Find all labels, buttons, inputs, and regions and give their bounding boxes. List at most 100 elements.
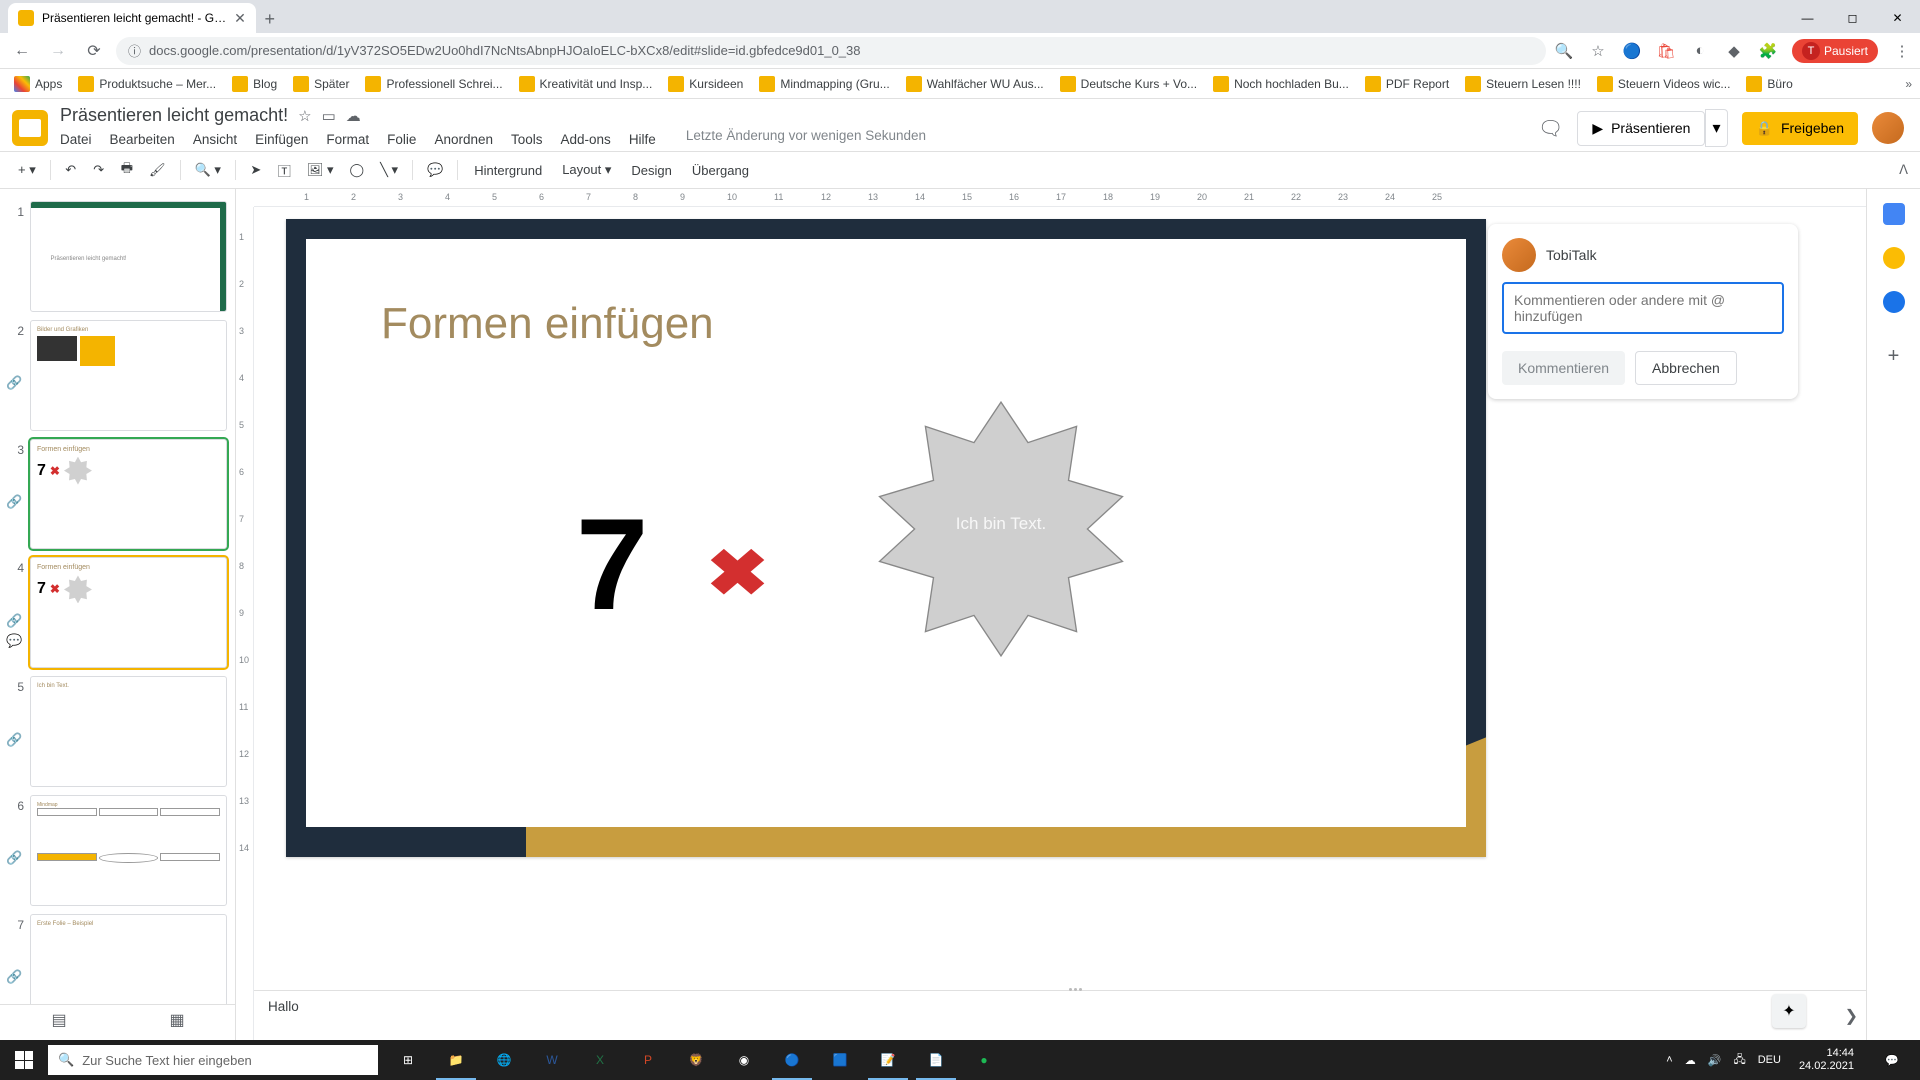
taskbar-app-chrome[interactable]: 🔵 [768,1040,816,1080]
tray-overflow-icon[interactable]: ˄ [1666,1054,1672,1066]
slide-thumb-5[interactable]: Ich bin Text. [30,676,227,787]
present-button[interactable]: ▶ Präsentieren [1577,111,1705,146]
star-icon[interactable]: ☆ [298,107,311,125]
speaker-notes[interactable]: Hallo [254,990,1866,1030]
document-title[interactable]: Präsentieren leicht gemacht! [60,105,288,126]
bookmark-item[interactable]: Produktsuche – Mer... [72,72,222,96]
nav-forward-button[interactable]: → [44,37,72,65]
move-icon[interactable]: ▭ [322,107,336,125]
tray-clock[interactable]: 14:44 24.02.2021 [1793,1047,1860,1073]
line-button[interactable]: ╲ ▾ [374,157,404,183]
paint-format-button[interactable]: 🖌 [143,157,172,183]
bookmark-item[interactable]: Professionell Schrei... [359,72,508,96]
tray-notifications-icon[interactable]: 💬 [1872,1040,1912,1080]
cloud-status-icon[interactable]: ☁ [346,107,361,125]
bookmark-item[interactable]: Kursideen [662,72,749,96]
background-button[interactable]: Hintergrund [466,158,550,183]
bookmark-item[interactable]: Deutsche Kurs + Vo... [1054,72,1203,96]
account-avatar[interactable] [1872,112,1904,144]
menu-view[interactable]: Ansicht [193,128,237,151]
slide-number-shape[interactable]: 7 [576,489,648,639]
comment-input[interactable] [1502,282,1784,334]
tasks-addon-icon[interactable] [1883,291,1905,313]
extension-icon-4[interactable]: ◆ [1724,41,1744,61]
zoom-icon[interactable]: 🔍 [1554,41,1574,61]
address-bar[interactable]: ⓘ docs.google.com/presentation/d/1yV372S… [116,37,1546,65]
new-slide-button[interactable]: + ▾ [12,157,42,183]
extension-icon-1[interactable]: 🔵 [1622,41,1642,61]
transition-button[interactable]: Übergang [684,158,757,183]
explore-button[interactable]: ✦ [1772,994,1806,1028]
bookmark-item[interactable]: Steuern Videos wic... [1591,72,1737,96]
taskbar-app-notepad2[interactable]: 📄 [912,1040,960,1080]
slide-thumb-6[interactable]: Mindmap [30,795,227,906]
image-button[interactable]: 🖼 ▾ [301,157,340,183]
tray-onedrive-icon[interactable]: ☁ [1685,1054,1696,1067]
window-close-button[interactable]: ✕ [1875,3,1920,33]
taskbar-app-edge2[interactable]: 🟦 [816,1040,864,1080]
keep-addon-icon[interactable] [1883,247,1905,269]
share-button[interactable]: 🔒 Freigeben [1742,112,1858,145]
browser-tab[interactable]: Präsentieren leicht gemacht! - G… ✕ [8,3,256,33]
taskbar-app-edge[interactable]: 🌐 [480,1040,528,1080]
slide-thumb-1[interactable]: Präsentieren leicht gemacht! [30,201,227,312]
window-minimize-button[interactable]: ― [1785,3,1830,33]
comment-cancel-button[interactable]: Abbrechen [1635,351,1737,385]
menu-help[interactable]: Hilfe [629,128,656,151]
menu-insert[interactable]: Einfügen [255,128,308,151]
tab-close-icon[interactable]: ✕ [234,10,246,27]
nav-back-button[interactable]: ← [8,37,36,65]
taskbar-app-word[interactable]: W [528,1040,576,1080]
slide-thumb-4[interactable]: Formen einfügen7✖ [30,557,227,668]
taskbar-app-powerpoint[interactable]: P [624,1040,672,1080]
extensions-puzzle-icon[interactable]: 🧩 [1758,41,1778,61]
taskbar-app-obs[interactable]: ◉ [720,1040,768,1080]
tray-network-icon[interactable]: 🖧 [1733,1051,1745,1070]
shape-inner-text[interactable]: Ich bin Text. [866,514,1136,534]
menu-slide[interactable]: Folie [387,128,416,151]
comment-button[interactable]: 💬 [421,157,449,183]
slide-thumb-2[interactable]: Bilder und Grafiken [30,320,227,431]
taskbar-app-notepad[interactable]: 📝 [864,1040,912,1080]
select-tool-button[interactable]: ➤ [244,157,268,183]
print-button[interactable]: 🖶 [115,154,139,186]
nav-reload-button[interactable]: ⟳ [80,37,108,65]
comment-submit-button[interactable]: Kommentieren [1502,351,1625,385]
present-dropdown-button[interactable]: ▾ [1705,109,1727,147]
menu-file[interactable]: Datei [60,128,92,151]
redo-button[interactable]: ↷ [87,157,111,183]
task-view-button[interactable]: ⊞ [384,1040,432,1080]
bookmark-item[interactable]: Noch hochladen Bu... [1207,72,1355,96]
textbox-button[interactable]: 🅃 [272,156,297,185]
zoom-button[interactable]: 🔍 ▾ [189,157,227,183]
start-button[interactable] [0,1040,48,1080]
comment-history-icon[interactable]: 🗨 [1538,116,1563,141]
bookmark-item[interactable]: Kreativität und Insp... [513,72,659,96]
bookmark-item[interactable]: Büro [1740,72,1798,96]
shape-button[interactable]: ◯ [344,157,371,183]
apps-shortcut[interactable]: Apps [8,72,68,96]
menu-edit[interactable]: Bearbeiten [110,128,175,151]
extension-icon-2[interactable]: 🛍 [1656,41,1676,61]
site-info-icon[interactable]: ⓘ [128,41,141,60]
undo-button[interactable]: ↶ [59,157,83,183]
bookmark-item[interactable]: Später [287,72,355,96]
browser-menu-icon[interactable]: ⋮ [1892,41,1912,61]
new-tab-button[interactable]: + [256,5,284,33]
layout-button[interactable]: Layout ▾ [554,157,619,183]
bookmark-star-icon[interactable]: ☆ [1588,41,1608,61]
get-addons-icon[interactable]: + [1888,345,1900,368]
taskbar-app-explorer[interactable]: 📁 [432,1040,480,1080]
taskbar-app-spotify[interactable]: ● [960,1040,1008,1080]
taskbar-app-excel[interactable]: X [576,1040,624,1080]
bookmark-item[interactable]: Blog [226,72,283,96]
bookmarks-overflow-icon[interactable]: » [1905,77,1912,91]
slide-polygon-shape[interactable]: Ich bin Text. [866,394,1136,664]
speaker-notes-text[interactable]: Hallo [268,999,299,1014]
taskbar-search[interactable]: 🔍 Zur Suche Text hier eingeben [48,1045,378,1075]
design-button[interactable]: Design [623,158,679,183]
taskbar-app-brave[interactable]: 🦁 [672,1040,720,1080]
slide-thumb-3[interactable]: Formen einfügen7✖ [30,439,227,550]
window-maximize-button[interactable]: ◻ [1830,3,1875,33]
filmstrip-view-button[interactable]: ▤ [51,1010,66,1030]
